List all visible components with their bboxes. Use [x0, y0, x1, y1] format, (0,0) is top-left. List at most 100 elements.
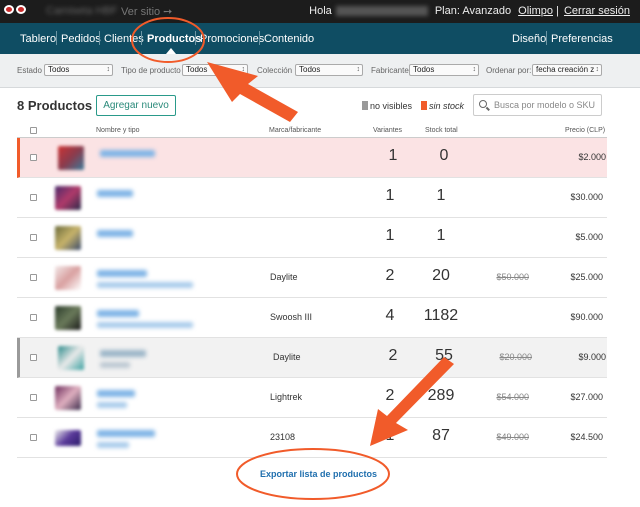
col-name[interactable]: Nombre y tipo [96, 127, 140, 134]
product-thumbnail[interactable] [58, 346, 84, 370]
nav-pedidos[interactable]: Pedidos [61, 33, 101, 45]
table-header: Nombre y tipo Marca/fabricante Variantes… [17, 124, 607, 138]
product-type[interactable] [100, 362, 130, 368]
nav-clientes[interactable]: Clientes [104, 33, 144, 45]
old-price: $50.000 [496, 272, 529, 282]
account-area: Hola Plan: Avanzado Olimpo | Cerrar sesi… [309, 5, 630, 17]
store-name: Camiseta HBF [46, 5, 118, 17]
product-thumbnail[interactable] [55, 226, 81, 250]
stock-total: 1182 [423, 307, 459, 324]
nav-promociones[interactable]: Promociones [200, 33, 264, 45]
stock-total: 289 [427, 387, 455, 404]
product-type[interactable] [97, 282, 193, 288]
nav-contenido[interactable]: Contenido [264, 33, 314, 45]
row-checkbox[interactable] [30, 394, 37, 401]
nav-separator [546, 31, 547, 45]
brand: 23108 [270, 432, 296, 442]
table-row[interactable]: Daylite 2 55 $20.000 $9.000 [17, 338, 607, 378]
price: $24.500 [570, 432, 603, 442]
col-price[interactable]: Precio (CLP) [565, 127, 605, 134]
product-thumbnail[interactable] [55, 430, 81, 446]
product-thumbnail[interactable] [55, 386, 81, 410]
search-input[interactable]: Busca por modelo o SKU [473, 94, 602, 116]
brand-logo[interactable] [4, 5, 42, 17]
row-checkbox[interactable] [30, 234, 37, 241]
variants-count: 4 [385, 307, 395, 324]
old-price: $49.000 [496, 432, 529, 442]
price: $9.000 [578, 352, 606, 362]
product-type[interactable] [97, 322, 193, 328]
select-all-checkbox[interactable] [30, 127, 37, 134]
stock-total: 87 [432, 427, 450, 444]
product-thumbnail[interactable] [58, 146, 84, 170]
stock-total: 1 [436, 227, 446, 244]
row-checkbox[interactable] [30, 154, 37, 161]
product-thumbnail[interactable] [55, 266, 81, 290]
view-site-link[interactable]: Ver sitio ➙ [121, 5, 172, 18]
stock-total: 1 [436, 187, 446, 204]
nav-tablero[interactable]: Tablero [20, 33, 56, 45]
col-variants[interactable]: Variantes [373, 127, 402, 134]
estado-label: Estado [17, 66, 42, 75]
plan-link[interactable]: Olimpo [518, 5, 553, 17]
nav-separator [195, 31, 196, 45]
table-row[interactable]: Daylite 2 20 $50.000 $25.000 [17, 258, 607, 298]
legend-no-stock: sin stock [421, 101, 464, 111]
variants-count: 1 [385, 187, 395, 204]
coleccion-select[interactable]: Todos [295, 64, 363, 76]
legend-not-visible-label: no visibles [370, 101, 413, 111]
variants-count: 1 [385, 427, 395, 444]
row-checkbox[interactable] [30, 314, 37, 321]
variants-count: 2 [385, 267, 395, 284]
stock-total: 55 [435, 347, 453, 364]
row-checkbox[interactable] [30, 354, 37, 361]
orden-label: Ordenar por: [486, 66, 532, 75]
table-row[interactable]: 1 1 $30.000 [17, 178, 607, 218]
variants-count: 1 [388, 147, 398, 164]
tipo-select[interactable]: Todos [182, 64, 248, 76]
table-row[interactable]: Lightrek 2 289 $54.000 $27.000 [17, 378, 607, 418]
brand: Daylite [270, 272, 298, 282]
user-name [335, 6, 428, 17]
export-products-link[interactable]: Exportar lista de productos [260, 469, 377, 479]
plan-label: Plan: Avanzado [434, 5, 512, 17]
nav-preferencias[interactable]: Preferencias [551, 33, 613, 45]
stock-total: 0 [439, 147, 449, 164]
estado-select[interactable]: Todos [44, 64, 113, 76]
product-name[interactable] [97, 230, 133, 237]
product-name[interactable] [97, 190, 133, 197]
table-row[interactable]: 1 1 $5.000 [17, 218, 607, 258]
row-checkbox[interactable] [30, 274, 37, 281]
product-name[interactable] [100, 350, 146, 357]
row-checkbox[interactable] [30, 434, 37, 441]
stock-total: 20 [432, 267, 450, 284]
product-name[interactable] [100, 150, 155, 157]
product-thumbnail[interactable] [55, 186, 81, 210]
row-checkbox[interactable] [30, 194, 37, 201]
product-name[interactable] [97, 390, 135, 397]
price: $25.000 [570, 272, 603, 282]
brand: Daylite [273, 352, 301, 362]
table-row[interactable]: 23108 1 87 $49.000 $24.500 [17, 418, 607, 458]
table-row[interactable]: Swoosh III 4 1182 $90.000 [17, 298, 607, 338]
fabricante-select[interactable]: Todos [409, 64, 479, 76]
table-row[interactable]: 1 0 $2.000 [17, 138, 607, 178]
col-stock[interactable]: Stock total [425, 127, 458, 134]
orden-select[interactable]: fecha creación z [532, 64, 602, 76]
product-thumbnail[interactable] [55, 306, 81, 330]
col-brand[interactable]: Marca/fabricante [269, 127, 321, 134]
product-name[interactable] [97, 310, 139, 317]
product-name[interactable] [97, 430, 155, 437]
product-type[interactable] [97, 402, 127, 408]
logout-link[interactable]: Cerrar sesión [564, 5, 630, 17]
nav-diseno[interactable]: Diseño [512, 33, 546, 45]
tipo-label: Tipo de producto [121, 66, 181, 75]
add-product-button[interactable]: Agregar nuevo [96, 95, 176, 116]
legend-orange-swatch [421, 101, 427, 110]
nav-separator [99, 31, 100, 45]
price: $30.000 [570, 192, 603, 202]
top-bar: Camiseta HBF Ver sitio ➙ Hola Plan: Avan… [0, 0, 640, 23]
nav-productos[interactable]: Productos [147, 33, 201, 45]
product-name[interactable] [97, 270, 147, 277]
product-type[interactable] [97, 442, 129, 448]
